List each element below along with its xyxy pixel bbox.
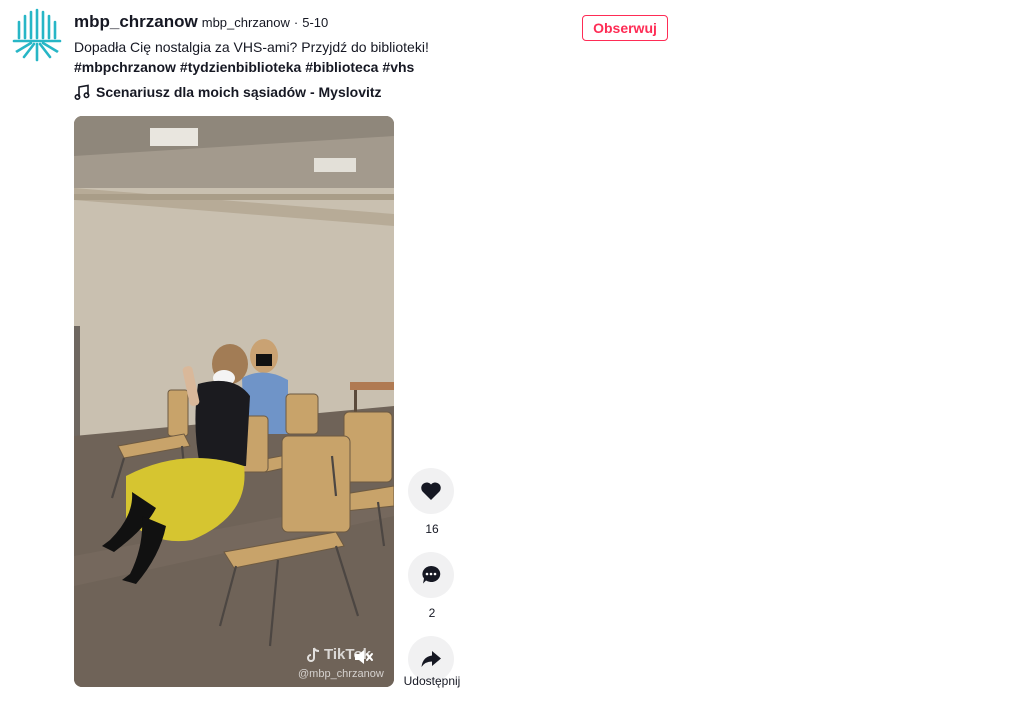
hashtag-link[interactable]: #vhs <box>382 59 414 75</box>
separator-dot: · <box>293 15 299 30</box>
hashtag-link[interactable]: #biblioteca <box>305 59 378 75</box>
heart-icon <box>421 482 441 500</box>
library-logo-icon <box>12 8 62 62</box>
music-title: Scenariusz dla moich sąsiadów - Myslovit… <box>96 84 382 100</box>
comment-count: 2 <box>428 606 436 620</box>
video-player[interactable]: TikTok @mbp_chrzanow <box>74 116 394 687</box>
hashtag-list: #mbpchrzanow #tydzienbiblioteka #bibliotec… <box>74 57 594 77</box>
post-header: mbp_chrzanow mbp_chrzanow · 5-10 Dopadła… <box>74 12 594 100</box>
comment-icon <box>422 565 441 584</box>
follow-button[interactable]: Obserwuj <box>582 15 668 41</box>
watermark-brand: TikTok <box>324 646 371 663</box>
post-description: Dopadła Cię nostalgia za VHS-ami? Przyjd… <box>74 39 429 55</box>
action-bar: 16 2 <box>408 468 456 682</box>
music-note-icon <box>74 84 90 100</box>
avatar[interactable] <box>10 8 64 62</box>
share-label: Udostępnij <box>403 674 461 688</box>
video-frame <box>74 116 394 687</box>
tiktok-watermark: TikTok <box>306 646 371 663</box>
author-username[interactable]: mbp_chrzanow <box>74 12 198 32</box>
share-arrow-icon <box>421 651 441 667</box>
post-date: 5-10 <box>302 15 329 30</box>
hashtag-link[interactable]: #mbpchrzanow <box>74 59 176 75</box>
comment-button[interactable] <box>408 552 454 598</box>
music-link[interactable]: Scenariusz dla moich sąsiadów - Myslovit… <box>74 84 594 100</box>
tiktok-logo-icon <box>307 647 320 662</box>
author-row: mbp_chrzanow mbp_chrzanow · 5-10 <box>74 12 594 32</box>
author-nickname[interactable]: mbp_chrzanow <box>202 15 290 30</box>
hashtag-link[interactable]: #tydzienbiblioteka <box>180 59 301 75</box>
like-count: 16 <box>425 522 439 536</box>
like-button[interactable] <box>408 468 454 514</box>
watermark-handle: @mbp_chrzanow <box>298 668 384 680</box>
